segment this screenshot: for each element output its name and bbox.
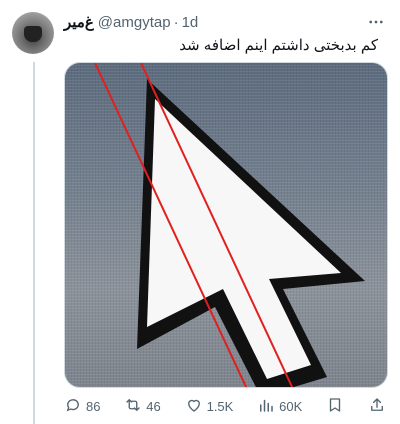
tweet-actions: 86 46 1.5K 60K xyxy=(64,396,386,416)
like-count: 1.5K xyxy=(206,398,234,414)
more-options-icon[interactable] xyxy=(366,12,386,32)
bookmark-icon xyxy=(326,396,344,417)
repost-button[interactable]: 46 xyxy=(124,396,161,417)
reply-count: 86 xyxy=(86,398,101,414)
tweet-text: کم بدبختی داشتم اینم اضافه شد xyxy=(179,37,378,54)
cursor-photo xyxy=(94,63,365,387)
repost-count: 46 xyxy=(146,398,161,414)
separator-dot: · xyxy=(173,13,179,31)
reply-icon xyxy=(64,396,82,417)
bar-chart-icon xyxy=(257,396,275,417)
like-button[interactable]: 1.5K xyxy=(185,396,234,417)
repost-icon xyxy=(124,396,142,417)
author-handle[interactable]: @amgytap xyxy=(98,14,171,31)
share-icon xyxy=(368,396,386,417)
share-button[interactable] xyxy=(368,396,386,417)
view-count: 60K xyxy=(279,398,303,414)
tweet-header: غ‌میر @amgytap · 1d xyxy=(64,12,386,32)
author-name[interactable]: غ‌میر xyxy=(64,13,94,31)
tweet-time[interactable]: 1d xyxy=(182,14,199,31)
tweet-image[interactable] xyxy=(64,62,388,388)
thread-line xyxy=(33,62,35,424)
reply-button[interactable]: 86 xyxy=(64,396,100,417)
avatar[interactable] xyxy=(12,12,54,54)
heart-icon xyxy=(185,396,203,417)
views-button[interactable]: 60K xyxy=(257,396,302,417)
bookmark-button[interactable] xyxy=(326,396,344,417)
